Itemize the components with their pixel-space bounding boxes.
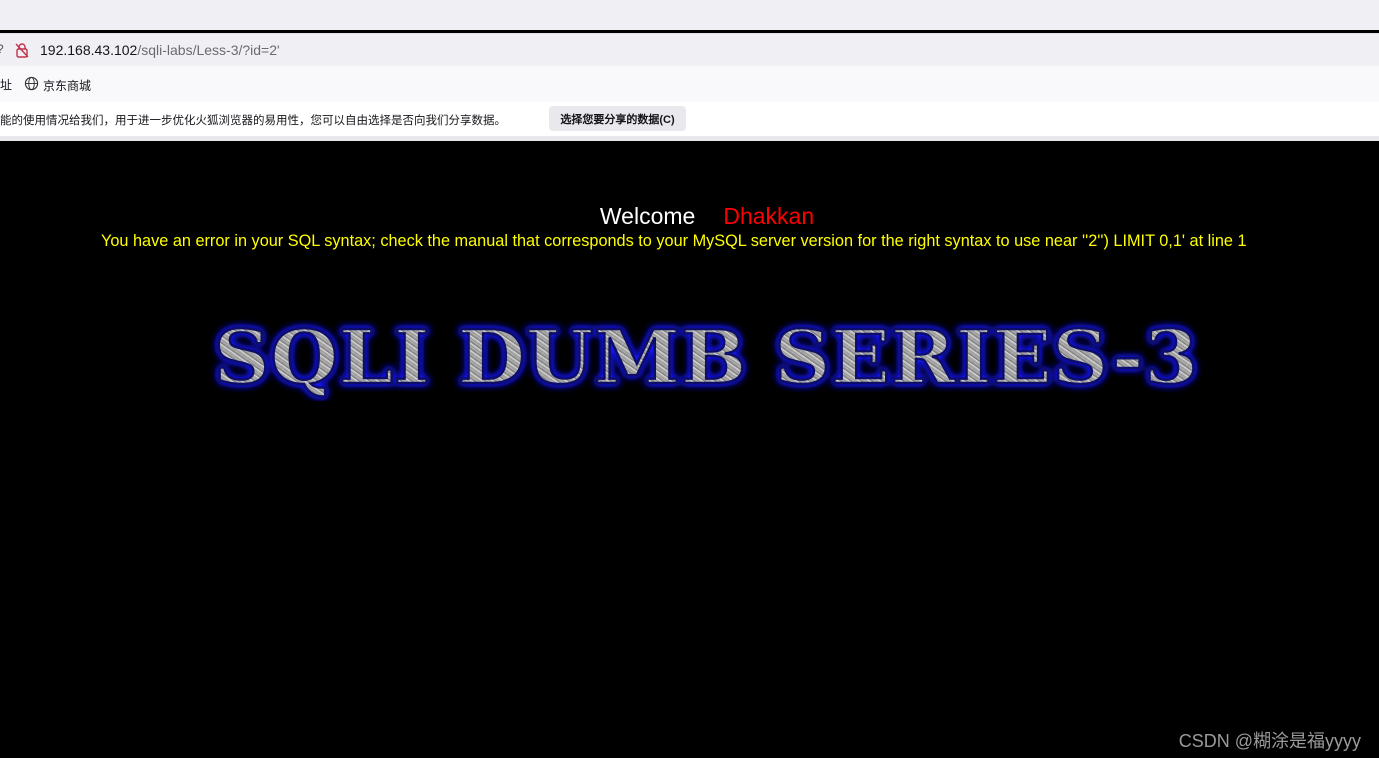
series-title-text: SQLI DUMB SERIES-3 [214, 315, 1199, 401]
url-path: /sqli-labs/Less-3/?id=2' [137, 42, 280, 58]
notification-text: 能的使用情况给我们，用于进一步优化火狐浏览器的易用性，您可以自由选择是否向我们分… [0, 115, 506, 127]
choose-data-button[interactable]: 选择您要分享的数据(C) [549, 106, 686, 131]
page-info-glyph[interactable]: ? [0, 42, 4, 56]
user-name: Dhakkan [723, 203, 815, 229]
csdn-watermark: CSDN @糊涂是福yyyy [1178, 731, 1361, 751]
notification-bar: 能的使用情况给我们，用于进一步优化火狐浏览器的易用性，您可以自由选择是否向我们分… [0, 102, 1379, 136]
welcome-line: Welcome Dhakkan [0, 203, 1379, 230]
url-host: 192.168.43.102 [40, 42, 138, 58]
welcome-label: Welcome [599, 203, 696, 229]
page-content: Welcome Dhakkan You have an error in your… [0, 141, 1379, 758]
globe-icon [24, 76, 39, 91]
bookmark-item-jd[interactable]: 京东商城 [43, 77, 91, 94]
browser-tab-strip [0, 0, 1379, 30]
bookmarks-bar: 址 京东商城 [0, 66, 1379, 102]
series-title-image: SQLI DUMB SERIES-3 [212, 314, 1200, 401]
bookmark-item-truncated[interactable]: 址 [0, 76, 12, 93]
insecure-lock-icon[interactable] [14, 42, 30, 58]
sql-error-message: You have an error in your SQL syntax; ch… [101, 232, 1247, 250]
url-text[interactable]: 192.168.43.102/sqli-labs/Less-3/?id=2' [40, 42, 280, 58]
address-bar[interactable]: ? 192.168.43.102/sqli-labs/Less-3/?id=2' [0, 33, 1379, 67]
